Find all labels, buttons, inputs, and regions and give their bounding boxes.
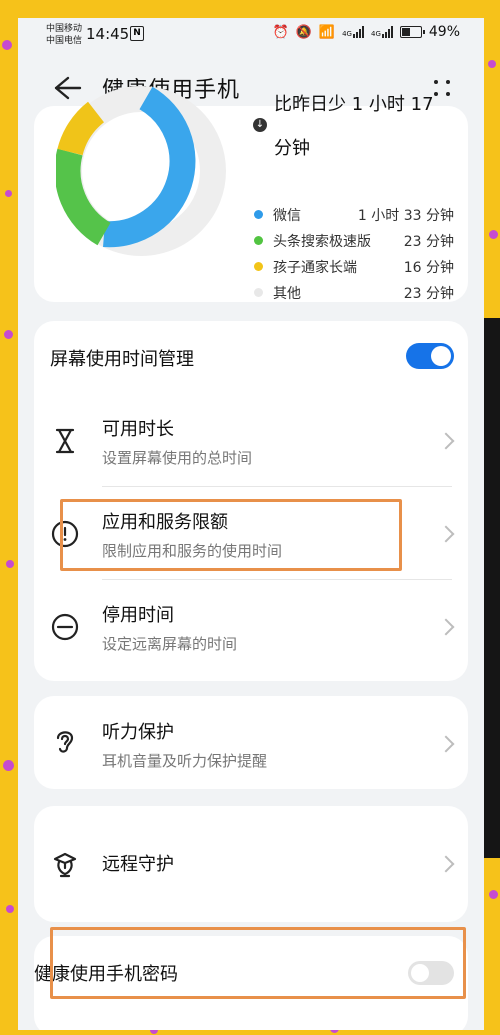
legend-item: 头条搜索极速版 23 分钟 [252,228,462,254]
signal-icon: 4G [371,26,393,38]
usage-legend: 微信 1 小时 33 分钟 头条搜索极速版 23 分钟 孩子通家长端 16 分钟… [252,202,462,306]
legend-app-name: 头条搜索极速版 [273,234,371,250]
background-dot [6,905,14,913]
status-bar: 中国移动 中国电信 14:45 N ⏰ 🔕 📶 4G 4G 49% [18,18,484,52]
carrier-2: 中国电信 [46,36,83,46]
ear-icon [56,731,74,753]
legend-app-time: 23 分钟 [403,234,454,250]
network-type-2: 4G [370,30,381,38]
legend-app-time: 16 分钟 [403,260,454,276]
highlight-box-app-limits [60,499,402,571]
remote-title: 远程守护 [102,854,174,875]
compare-text: 比昨日少 1 小时 17 [274,94,434,115]
legend-item: 微信 1 小时 33 分钟 [252,202,462,228]
alarm-icon: ⏰ [272,24,289,40]
background-dot [489,890,498,899]
background-dot [4,330,13,339]
legend-app-time: 23 分钟 [403,286,454,302]
downtime-icon [51,613,79,641]
chevron-right-icon [437,735,455,753]
background-strip [484,318,500,858]
remote-guardian-icon [53,852,77,878]
item-title: 可用时长 [102,419,174,440]
legend-app-name: 微信 [273,208,301,224]
hourglass-icon [55,428,75,454]
background-dot [6,560,14,568]
legend-dot [254,288,263,297]
battery-percent: 49% [428,24,460,40]
legend-dot [254,262,263,271]
chevron-right-icon [437,432,455,450]
legend-app-name: 其他 [273,286,301,302]
legend-item: 其他 23 分钟 [252,280,462,306]
wifi-icon: 📶 [318,24,336,40]
status-icons: ⏰ 🔕 📶 4G 4G 49% [273,24,460,40]
network-type-1: 4G [342,30,352,38]
legend-dot [254,210,263,219]
screen-time-title: 屏幕使用时间管理 [50,349,194,370]
background-dot [5,190,12,197]
hearing-subtitle: 耳机音量及听力保护提醒 [102,752,268,770]
list-item-available-time[interactable]: 可用时长 设置屏幕使用的总时间 [34,393,468,486]
background-dot [488,60,496,68]
background-dot [2,40,12,50]
remote-guardian-card[interactable]: 远程守护 [34,806,468,922]
chevron-right-icon [437,525,455,543]
background-dot [489,230,498,239]
legend-dot [254,236,263,245]
item-subtitle: 设定远离屏幕的时间 [102,635,238,653]
carrier-info: 中国移动 中国电信 [46,23,82,47]
donut-segment-haizitong [57,101,105,156]
background-dot [3,760,14,771]
signal-icon: 4G [342,26,364,38]
hearing-title: 听力保护 [102,722,174,743]
carrier-1: 中国移动 [46,24,83,34]
hearing-protection-card[interactable]: 听力保护 耳机音量及听力保护提醒 [34,696,468,789]
legend-app-time: 1 小时 33 分钟 [357,208,454,224]
battery-icon [399,26,425,38]
item-subtitle: 设置屏幕使用的总时间 [102,449,253,467]
legend-item: 孩子通家长端 16 分钟 [252,254,462,280]
donut-segment-wechat [103,86,196,248]
legend-app-name: 孩子通家长端 [273,260,357,276]
mute-icon: 🔕 [295,24,312,40]
status-time: 14:45 [86,25,130,43]
highlight-box-password [50,927,466,999]
screen-time-toggle[interactable] [406,343,454,369]
chevron-right-icon [437,618,455,636]
compare-text-cont: 分钟 [274,138,310,159]
chevron-right-icon [437,855,455,873]
usage-donut-chart [56,86,226,256]
list-item-downtime[interactable]: 停用时间 设定远离屏幕的时间 [34,579,468,672]
usage-summary-card: ↓ 比昨日少 1 小时 17 分钟 微信 1 小时 33 分钟 头条搜索极速版 … [34,86,468,302]
arrow-down-icon: ↓ [253,118,267,132]
nfc-icon: N [130,26,144,41]
item-title: 停用时间 [102,605,174,626]
